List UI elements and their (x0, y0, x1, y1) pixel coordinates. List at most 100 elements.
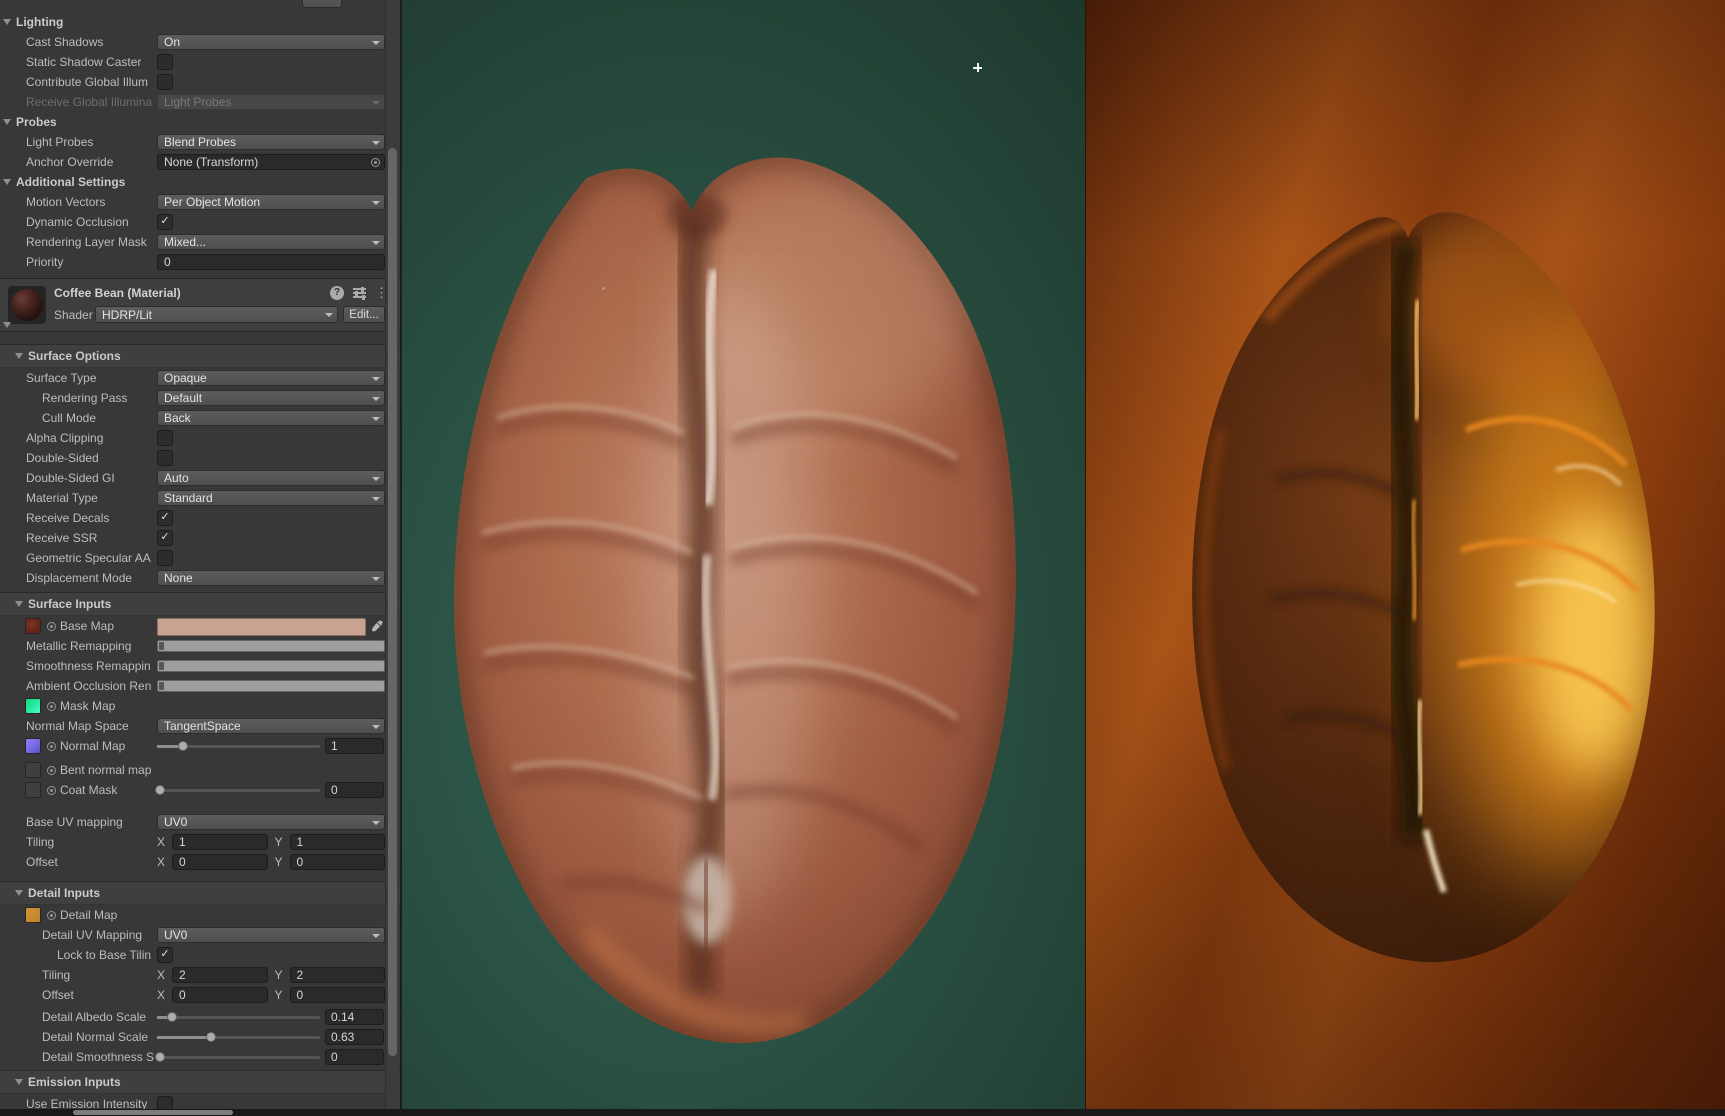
detail-uv-mapping-dropdown[interactable]: UV0 (157, 927, 385, 943)
field-label: Ambient Occlusion Ren (26, 679, 152, 693)
detail-normal-scale-slider[interactable] (157, 1032, 320, 1042)
priority-input[interactable]: 0 (157, 254, 385, 270)
section-emission-inputs[interactable]: Emission Inputs (0, 1070, 400, 1094)
help-icon[interactable]: ? (330, 286, 344, 300)
contribute-gi-checkbox[interactable] (157, 74, 173, 90)
rendering-layer-mask-dropdown[interactable]: Mixed... (157, 234, 385, 250)
detail-offset-y-input[interactable]: 0 (289, 987, 385, 1003)
input-value: 0 (179, 988, 186, 1002)
section-probes[interactable]: Probes (0, 112, 400, 132)
receive-decals-checkbox[interactable]: ✓ (157, 510, 173, 526)
cast-shadows-dropdown[interactable]: On (157, 34, 385, 50)
section-surface-options[interactable]: Surface Options (0, 344, 400, 368)
detail-tiling-y-input[interactable]: 2 (289, 967, 385, 983)
offset-x-input[interactable]: 0 (172, 854, 268, 870)
chevron-down-icon (372, 241, 380, 245)
detail-map-thumbnail[interactable] (25, 907, 41, 923)
horizontal-scrollbar-thumb[interactable] (73, 1110, 233, 1115)
displacement-mode-dropdown[interactable]: None (157, 570, 385, 586)
metallic-remapping-minmax-slider[interactable] (157, 640, 385, 652)
material-type-dropdown[interactable]: Standard (157, 490, 385, 506)
input-value: 1 (331, 739, 338, 753)
eyedropper-icon[interactable] (371, 619, 384, 633)
material-preview-sphere[interactable] (8, 286, 46, 324)
row-ao-remapping: Ambient Occlusion Ren (0, 676, 400, 696)
base-uv-mapping-dropdown[interactable]: UV0 (157, 814, 385, 830)
shader-edit-button[interactable]: Edit... (343, 306, 385, 323)
inspector-vertical-scrollbar[interactable] (385, 0, 399, 1109)
normal-map-space-dropdown[interactable]: TangentSpace (157, 718, 385, 734)
static-shadow-caster-checkbox[interactable] (157, 54, 173, 70)
geometric-specular-aa-checkbox[interactable] (157, 550, 173, 566)
x-axis-label: X (157, 968, 166, 982)
lock-to-base-tiling-checkbox[interactable]: ✓ (157, 947, 173, 963)
double-sided-gi-dropdown[interactable]: Auto (157, 470, 385, 486)
base-map-thumbnail[interactable] (25, 618, 41, 634)
texture-picker-icon[interactable] (47, 786, 56, 795)
clipped-field[interactable] (302, 0, 342, 8)
ao-remapping-minmax-slider[interactable] (157, 680, 385, 692)
material-title: Coffee Bean (Material) (54, 286, 181, 300)
detail-tiling-x-input[interactable]: 2 (172, 967, 268, 983)
detail-offset-x-input[interactable]: 0 (172, 987, 268, 1003)
tiling-y-input[interactable]: 1 (289, 834, 385, 850)
row-material-type: Material Type Standard (0, 488, 400, 508)
coat-mask-thumbnail[interactable] (25, 782, 41, 798)
tiling-x-input[interactable]: 1 (172, 834, 268, 850)
shader-dropdown[interactable]: HDRP/Lit (95, 306, 338, 323)
coat-mask-slider[interactable] (155, 785, 320, 795)
anchor-override-field[interactable]: None (Transform) (157, 154, 385, 170)
detail-normal-scale-value[interactable]: 0.63 (325, 1029, 384, 1045)
scrollbar-thumb[interactable] (388, 148, 397, 1056)
detail-smoothness-scale-slider[interactable] (155, 1052, 320, 1062)
dynamic-occlusion-checkbox[interactable]: ✓ (157, 214, 173, 230)
texture-picker-icon[interactable] (47, 702, 56, 711)
texture-picker-icon[interactable] (47, 911, 56, 920)
rendering-pass-dropdown[interactable]: Default (157, 390, 385, 406)
input-value: 0.14 (331, 1010, 355, 1024)
row-displacement-mode: Displacement Mode None (0, 568, 400, 588)
detail-albedo-scale-slider[interactable] (157, 1012, 320, 1022)
texture-picker-icon[interactable] (47, 766, 56, 775)
normal-map-thumbnail[interactable] (25, 738, 41, 754)
section-detail-inputs[interactable]: Detail Inputs (0, 881, 400, 905)
detail-smoothness-scale-value[interactable]: 0 (325, 1049, 384, 1065)
coat-mask-value[interactable]: 0 (325, 782, 384, 798)
field-label: Motion Vectors (26, 195, 106, 209)
field-label: Lock to Base Tilin (57, 948, 152, 962)
field-label: Detail Map (60, 908, 118, 922)
texture-picker-icon[interactable] (47, 622, 56, 631)
alpha-clipping-checkbox[interactable] (157, 430, 173, 446)
base-map-color-swatch[interactable] (157, 618, 366, 636)
light-probes-dropdown[interactable]: Blend Probes (157, 134, 385, 150)
section-lighting[interactable]: Lighting (0, 12, 400, 32)
section-additional-settings[interactable]: Additional Settings (0, 172, 400, 192)
bent-normal-map-thumbnail[interactable] (25, 762, 41, 778)
offset-y-input[interactable]: 0 (289, 854, 385, 870)
texture-picker-icon[interactable] (47, 742, 56, 751)
section-surface-inputs[interactable]: Surface Inputs (0, 592, 400, 616)
input-value: 0 (331, 1050, 338, 1064)
object-picker-icon[interactable] (371, 158, 380, 167)
smoothness-remapping-minmax-slider[interactable] (157, 660, 385, 672)
receive-gi-dropdown: Light Probes (157, 94, 385, 110)
detail-albedo-scale-value[interactable]: 0.14 (325, 1009, 384, 1025)
normal-map-value[interactable]: 1 (325, 738, 384, 754)
mask-map-thumbnail[interactable] (25, 698, 41, 714)
motion-vectors-dropdown[interactable]: Per Object Motion (157, 194, 385, 210)
presets-icon[interactable] (353, 287, 366, 300)
material-foldout-icon[interactable] (3, 322, 11, 328)
dropdown-value: Light Probes (164, 95, 232, 109)
chevron-down-icon (372, 397, 380, 401)
x-axis-label: X (157, 855, 166, 869)
input-value: 2 (296, 968, 304, 982)
double-sided-checkbox[interactable] (157, 450, 173, 466)
normal-map-slider[interactable] (157, 741, 320, 751)
cull-mode-dropdown[interactable]: Back (157, 410, 385, 426)
surface-type-dropdown[interactable]: Opaque (157, 370, 385, 386)
field-label: Offset (26, 855, 58, 869)
receive-ssr-checkbox[interactable]: ✓ (157, 530, 173, 546)
field-label: Normal Map Space (26, 719, 129, 733)
input-value: 0 (164, 255, 171, 269)
foldout-arrow-icon (15, 1079, 23, 1085)
